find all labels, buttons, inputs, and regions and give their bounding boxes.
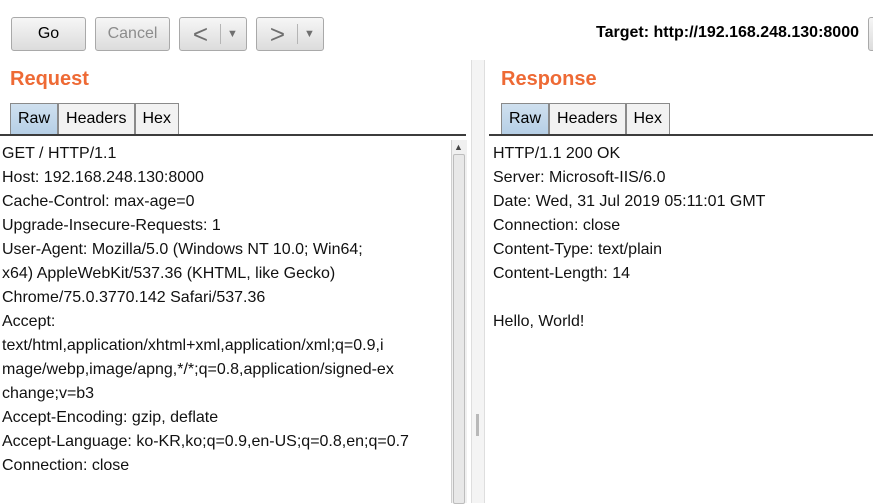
tab-headers[interactable]: Headers [549, 103, 626, 134]
text-line: text/html,application/xhtml+xml,applicat… [2, 337, 384, 354]
text-line: Hello, World! [493, 313, 585, 330]
back-button[interactable]: < ▼ [179, 17, 247, 51]
text-line: Cache-Control: max-age=0 [2, 193, 195, 210]
tab-hex[interactable]: Hex [625, 103, 670, 134]
response-title: Response [501, 68, 597, 90]
scroll-up-icon[interactable]: ▲ [454, 142, 463, 152]
text-line: Chrome/75.0.3770.142 Safari/537.36 [2, 289, 266, 306]
text-line: Date: Wed, 31 Jul 2019 05:11:01 GMT [493, 193, 766, 210]
text-line: User-Agent: Mozilla/5.0 (Windows NT 10.0… [2, 241, 363, 258]
divider [489, 134, 873, 136]
response-pane: Response Raw Headers Hex HTTP/1.1 200 OK… [489, 60, 873, 503]
divider [0, 134, 466, 136]
text-line: Connection: close [2, 457, 130, 474]
response-viewer[interactable]: HTTP/1.1 200 OK Server: Microsoft-IIS/6.0… [493, 142, 765, 334]
tab-hex[interactable]: Hex [134, 103, 179, 134]
tab-headers[interactable]: Headers [58, 103, 135, 134]
text-line: Upgrade-Insecure-Requests: 1 [2, 217, 221, 234]
tab-raw[interactable]: Raw [10, 103, 59, 134]
text-line [493, 286, 765, 310]
response-tabs: Raw Headers Hex [501, 103, 670, 134]
text-line: change;v=b3 [2, 385, 95, 402]
text-line: Host: 192.168.248.130:8000 [2, 169, 204, 186]
request-scrollbar[interactable]: ▲ [451, 140, 467, 504]
splitter-grip-icon[interactable] [476, 414, 479, 436]
divider [296, 24, 298, 44]
toolbar: Go Cancel < ▼ > ▼ Target: http://192.168… [0, 0, 873, 60]
request-tabs: Raw Headers Hex [10, 103, 179, 134]
go-button[interactable]: Go [11, 17, 86, 51]
scroll-thumb[interactable] [453, 154, 465, 504]
target-label: Target: http://192.168.248.130:8000 [596, 24, 859, 41]
text-line: Connection: close [493, 217, 621, 234]
text-line: Content-Type: text/plain [493, 241, 662, 258]
text-line: HTTP/1.1 200 OK [493, 145, 621, 162]
text-line: Accept-Encoding: gzip, deflate [2, 409, 219, 426]
forward-arrow-icon: > [269, 19, 286, 49]
text-line: Accept-Language: ko-KR,ko;q=0.9,en-US;q=… [2, 433, 409, 450]
tab-raw[interactable]: Raw [501, 103, 550, 134]
request-title: Request [10, 68, 89, 90]
divider [219, 24, 221, 44]
text-line: x64) AppleWebKit/537.36 (KHTML, like Gec… [2, 265, 336, 282]
text-line: mage/webp,image/apng,*/*;q=0.8,applicati… [2, 361, 394, 378]
edit-target-button[interactable] [868, 17, 873, 51]
dropdown-arrow-icon[interactable]: ▼ [223, 28, 243, 40]
request-editor[interactable]: GET / HTTP/1.1 Host: 192.168.248.130:8000… [2, 142, 409, 478]
pane-splitter[interactable] [471, 60, 485, 503]
back-arrow-icon: < [192, 19, 209, 49]
text-line: GET / HTTP/1.1 [2, 145, 117, 162]
request-pane: Request Raw Headers Hex GET / HTTP/1.1 Ho… [0, 60, 468, 504]
text-line: Content-Length: 14 [493, 265, 630, 282]
dropdown-arrow-icon[interactable]: ▼ [300, 28, 320, 40]
text-line: Accept: [2, 313, 56, 330]
forward-button[interactable]: > ▼ [256, 17, 324, 51]
text-line: Server: Microsoft-IIS/6.0 [493, 169, 666, 186]
cancel-button[interactable]: Cancel [95, 17, 170, 51]
